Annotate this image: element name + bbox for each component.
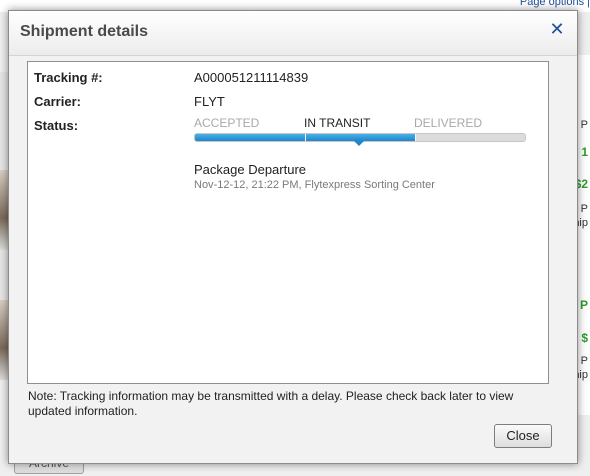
bg-snippet: P: [580, 119, 588, 131]
progress-separator: [305, 134, 306, 141]
progress-separator: [415, 134, 416, 141]
dialog-header: Shipment details ✕: [9, 11, 577, 56]
event-title: Package Departure: [194, 162, 307, 177]
tracking-label: Tracking #:: [34, 70, 103, 85]
page-options-link[interactable]: Page options |: [520, 0, 590, 8]
carrier-label: Carrier:: [34, 94, 81, 109]
bg-snippet: $: [581, 331, 588, 345]
carrier-value: FLYT: [194, 94, 225, 109]
shipment-info-panel: Tracking #: A000051211114839 Carrier: FL…: [27, 61, 549, 384]
stage-in-transit: IN TRANSIT: [304, 116, 371, 130]
bg-snippet: 1: [581, 145, 588, 159]
stage-accepted: ACCEPTED: [194, 116, 260, 130]
shipment-details-dialog: Shipment details ✕ Tracking #: A00005121…: [8, 10, 578, 464]
status-progress: ACCEPTED IN TRANSIT DELIVERED: [194, 116, 526, 146]
stage-delivered: DELIVERED: [414, 116, 483, 130]
bg-snippet: P: [579, 298, 588, 312]
dialog-title: Shipment details: [20, 23, 149, 40]
delay-note: Note: Tracking information may be transm…: [28, 389, 514, 418]
background-right-column: P 1 $2 P hip P $ P hip: [573, 55, 590, 415]
status-label: Status:: [34, 118, 79, 133]
close-icon[interactable]: ✕: [547, 19, 567, 39]
close-button[interactable]: Close: [494, 424, 552, 448]
bg-snippet: P: [580, 203, 588, 215]
bg-snippet: P: [580, 355, 588, 367]
tracking-number: A000051211114839: [194, 70, 309, 85]
current-stage-caret-icon: [354, 141, 364, 146]
event-detail: Nov-12-12, 21:22 PM, Flytexpress Sorting…: [194, 179, 435, 191]
